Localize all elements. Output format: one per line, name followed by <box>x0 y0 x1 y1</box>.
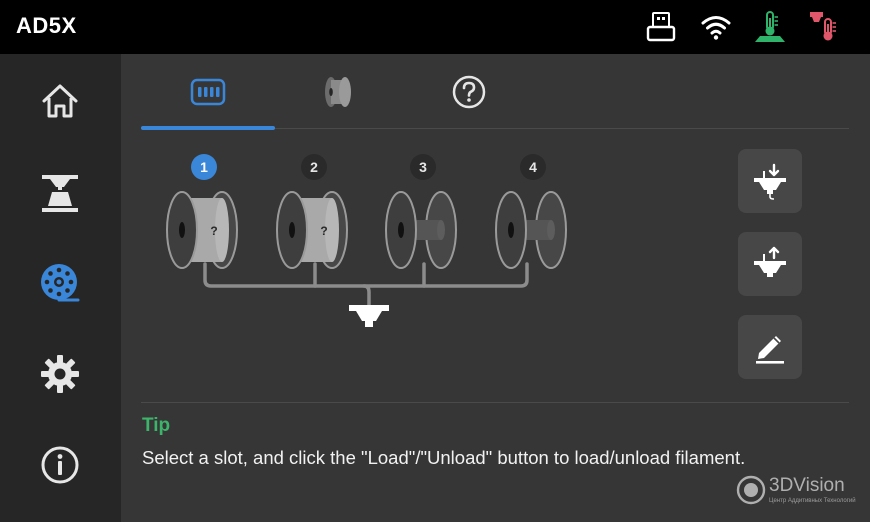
watermark-brand: 3DVision <box>769 475 845 496</box>
home-icon <box>42 84 78 118</box>
usb-icon <box>646 12 676 42</box>
sidebar-item-home[interactable] <box>30 71 90 131</box>
tip-title: Tip <box>142 415 171 436</box>
settings-icon <box>41 355 79 393</box>
sidebar-item-info[interactable] <box>30 435 90 495</box>
content-divider <box>141 402 849 403</box>
bed-temperature-icon <box>755 11 785 42</box>
spool-slot-4[interactable] <box>493 189 573 271</box>
slot-1-material-label: ? <box>210 224 217 238</box>
watermark-subtitle: Центр Аддитивных Технологий <box>769 498 856 504</box>
load-filament-button[interactable] <box>738 149 802 213</box>
sidebar <box>0 54 121 522</box>
nozzle-temperature-icon <box>810 12 836 41</box>
filament-icon <box>41 264 80 302</box>
spool-slot-1[interactable]: ? <box>164 189 244 271</box>
printer-name: AD5X <box>16 13 77 38</box>
slot-2-material-label: ? <box>320 224 327 238</box>
top-bar: AD5X <box>0 0 870 54</box>
edit-slot-button[interactable] <box>738 315 802 379</box>
main-panel: 1 2 3 4 ? ? Tip Select a slot, and click… <box>121 54 870 522</box>
3dvision-logo-icon <box>736 475 766 505</box>
edit-icon <box>756 336 784 364</box>
extruder-icon <box>349 305 389 327</box>
spool-slot-2[interactable]: ? <box>274 189 354 271</box>
wifi-icon <box>701 16 731 40</box>
spool-slot-3[interactable] <box>383 189 463 271</box>
sidebar-item-settings[interactable] <box>30 344 90 404</box>
unload-filament-icon <box>754 246 786 277</box>
sidebar-item-print[interactable] <box>30 162 90 222</box>
unload-filament-button[interactable] <box>738 232 802 296</box>
sidebar-item-filament[interactable] <box>30 253 90 313</box>
print-icon <box>42 175 78 212</box>
load-filament-icon <box>754 163 786 200</box>
watermark: 3DVision Центр Аддитивных Технологий <box>736 473 856 507</box>
tip-text: Select a slot, and click the "Load"/"Unl… <box>142 447 746 468</box>
info-icon <box>41 446 79 484</box>
